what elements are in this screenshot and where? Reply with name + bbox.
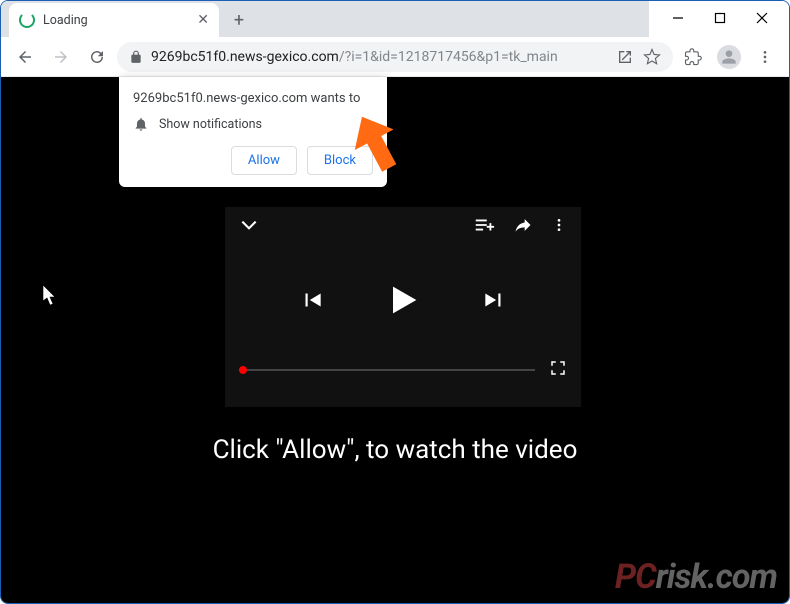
bookmark-star-icon[interactable] [643,48,661,66]
forward-button[interactable] [45,41,77,73]
browser-tab[interactable]: Loading ✕ [9,3,219,37]
url-host: 9269bc51f0.news-gexico.com [151,49,339,65]
watermark-prefix: PC [615,557,656,597]
window-close-button[interactable] [741,4,783,32]
allow-button[interactable]: Allow [231,146,297,175]
url-text: 9269bc51f0.news-gexico.com/?i=1&id=12187… [151,49,558,65]
share-icon[interactable] [617,49,633,65]
loading-spinner-icon [19,12,35,28]
bell-icon [133,116,149,132]
mouse-cursor-icon [43,285,59,311]
address-bar[interactable]: 9269bc51f0.news-gexico.com/?i=1&id=12187… [117,42,673,72]
window-minimize-button[interactable] [657,4,699,32]
play-icon[interactable] [383,280,423,324]
url-path: /?i=1&id=1218717456&p1=tk_main [339,49,558,65]
progress-bar[interactable] [239,369,535,371]
back-button[interactable] [9,41,41,73]
share-forward-icon[interactable] [513,215,533,239]
queue-add-icon[interactable] [473,214,495,240]
new-tab-button[interactable]: + [225,6,253,34]
page-instruction-text: Click "Allow", to watch the video [1,435,789,465]
notification-permission-label: Show notifications [159,117,262,132]
window-maximize-button[interactable] [699,4,741,32]
profile-avatar[interactable] [713,41,745,73]
browser-menu-button[interactable] [749,41,781,73]
page-content: 9269bc51f0.news-gexico.com wants to Show… [1,77,789,603]
watermark: PCrisk.com [615,557,777,597]
annotation-arrow-icon [349,113,405,177]
browser-toolbar: 9269bc51f0.news-gexico.com/?i=1&id=12187… [1,37,789,77]
avatar-icon [717,45,741,69]
progress-handle[interactable] [239,366,247,374]
tab-title: Loading [43,13,88,28]
tab-close-button[interactable]: ✕ [197,12,209,28]
notification-prompt: 9269bc51f0.news-gexico.com wants to Show… [119,77,387,187]
previous-track-icon[interactable] [299,287,325,317]
collapse-icon[interactable] [239,215,259,239]
browser-window: Loading ✕ + 9269bc5 [0,0,790,604]
notification-permission-row: Show notifications [133,116,373,132]
watermark-rest: risk.com [656,557,777,597]
fullscreen-icon[interactable] [549,359,567,381]
notification-origin-text: 9269bc51f0.news-gexico.com wants to [133,91,373,106]
player-more-icon[interactable] [551,217,567,237]
reload-button[interactable] [81,41,113,73]
lock-icon [129,50,143,64]
next-track-icon[interactable] [481,287,507,317]
tab-strip: Loading ✕ + [1,1,649,37]
extensions-button[interactable] [677,41,709,73]
video-player [225,207,581,407]
